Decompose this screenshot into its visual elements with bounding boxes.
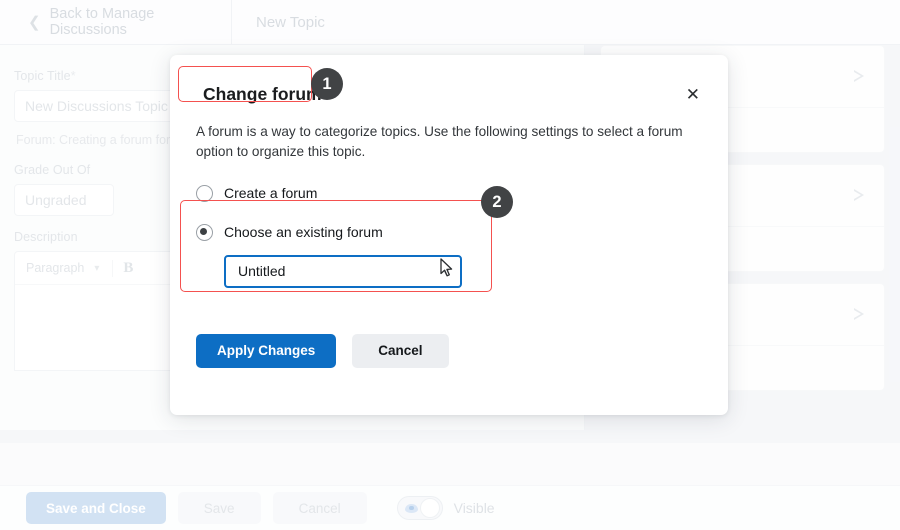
discussion-topic-editor: ❮ Back to Manage Discussions New Topic T… (0, 0, 900, 530)
close-icon[interactable]: ✕ (686, 86, 700, 103)
mouse-cursor-icon (440, 258, 453, 277)
radio-label-existing-forum: Choose an existing forum (224, 224, 383, 241)
apply-changes-button[interactable]: Apply Changes (196, 333, 337, 368)
dialog-cancel-button[interactable]: Cancel (352, 333, 449, 368)
radio-option-create-forum[interactable]: Create a forum (196, 184, 702, 202)
forum-select-value: Untitled (238, 263, 286, 280)
annotation-badge-2: 2 (481, 186, 513, 218)
radio-option-existing-forum[interactable]: Choose an existing forum (196, 223, 702, 241)
annotation-badge-1: 1 (311, 68, 343, 100)
forum-select-dropdown[interactable]: Untitled ▾ (224, 254, 462, 288)
dialog-description: A forum is a way to categorize topics. U… (196, 124, 683, 160)
dialog-header: Change forum ✕ (194, 77, 702, 112)
dialog-actions: Apply Changes Cancel (196, 333, 702, 368)
radio-label-create-forum: Create a forum (224, 185, 318, 202)
radio-button-unselected[interactable] (196, 184, 213, 202)
radio-button-selected[interactable] (196, 223, 213, 241)
change-forum-dialog: Change forum ✕ A forum is a way to categ… (170, 55, 728, 415)
